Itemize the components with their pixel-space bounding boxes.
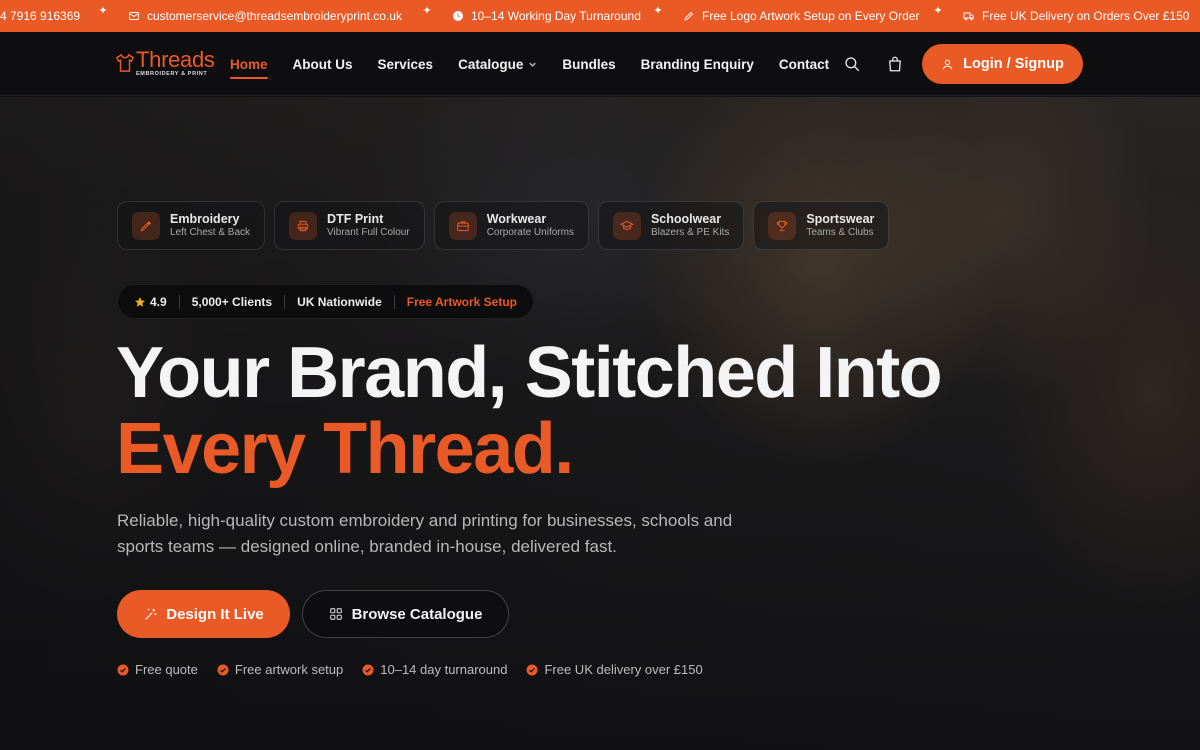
graduation-cap-icon (612, 211, 641, 240)
artwork-label: Free Artwork Setup (406, 294, 517, 309)
star-icon (135, 296, 145, 307)
perk-label: Free quote (135, 662, 198, 677)
service-chips: Embroidery Left Chest & Back DTF Print V… (117, 201, 890, 250)
site-header: Threads EMBROIDERY & PRINT Home About Us… (0, 32, 1200, 96)
magic-wand-icon (145, 608, 157, 620)
browse-catalogue-label: Browse Catalogue (351, 605, 483, 623)
sparkle-icon: ✦ (933, 5, 943, 17)
perk-item: Free quote (117, 662, 198, 677)
service-chip-schoolwear[interactable]: Schoolwear Blazers & PE Kits (597, 201, 745, 250)
divider (178, 294, 180, 309)
printer-icon (289, 211, 318, 240)
design-it-live-button[interactable]: Design It Live (117, 590, 290, 638)
user-icon (942, 59, 953, 70)
mail-icon (129, 12, 139, 20)
needle-icon (132, 211, 160, 240)
perk-item: Free UK delivery over £150 (526, 662, 703, 677)
announcement-phone[interactable]: 4 7916 916369 (0, 9, 80, 23)
perk-item: Free artwork setup (217, 662, 343, 677)
hero-lead-text: Reliable, high-quality custom embroidery… (117, 511, 733, 556)
hero-section: Embroidery Left Chest & Back DTF Print V… (0, 97, 1200, 750)
service-subtitle: Corporate Uniforms (486, 227, 574, 238)
truck-icon (963, 12, 974, 21)
service-subtitle: Teams & Clubs (806, 227, 874, 238)
check-circle-icon (217, 664, 229, 675)
service-chip-sportswear[interactable]: Sportswear Teams & Clubs (753, 201, 890, 250)
browse-catalogue-button[interactable]: Browse Catalogue (302, 590, 509, 638)
trophy-icon (768, 211, 797, 240)
trust-stats-bar: 4.9 5,000+ Clients UK Nationwide Free Ar… (117, 284, 534, 319)
service-title: Workwear (486, 212, 547, 226)
service-subtitle: Left Chest & Back (170, 227, 251, 238)
announcement-delivery: Free UK Delivery on Orders Over £150 (963, 9, 1189, 23)
nav-item-catalogue-label: Catalogue (458, 56, 524, 72)
chevron-down-icon (529, 62, 537, 67)
check-circle-icon (526, 664, 538, 675)
service-chip-workwear[interactable]: Workwear Corporate Uniforms (433, 201, 589, 250)
hero-headline: Your Brand, Stitched Into Every Thread. (116, 333, 943, 489)
announcement-delivery-text: Free UK Delivery on Orders Over £150 (982, 9, 1190, 23)
clients-count: 5,000+ Clients (191, 294, 273, 309)
sparkle-icon: ✦ (653, 5, 663, 17)
rating-value: 4.9 (150, 294, 167, 309)
logo-main-text: Threads (136, 47, 215, 72)
divider (284, 294, 286, 309)
design-it-live-label: Design It Live (166, 605, 264, 623)
announcement-email-text: customerservice@threadsembroideryprint.c… (147, 9, 402, 23)
nav-item-branding-enquiry[interactable]: Branding Enquiry (641, 57, 754, 72)
coverage-label: UK Nationwide (297, 294, 382, 309)
nav-item-bundles[interactable]: Bundles (562, 57, 615, 72)
hero-headline-line2: Every Thread. (116, 409, 574, 489)
shopping-bag-icon (889, 56, 901, 72)
service-subtitle: Blazers & PE Kits (650, 227, 730, 238)
cart-button[interactable] (886, 55, 904, 73)
sparkle-icon: ✦ (98, 5, 108, 17)
perk-item: 10–14 day turnaround (362, 662, 507, 677)
announcement-logo-setup: Free Logo Artwork Setup on Every Order (683, 9, 919, 23)
announcement-logo-setup-text: Free Logo Artwork Setup on Every Order (702, 9, 920, 23)
service-title: Embroidery (170, 212, 240, 226)
nav-item-contact[interactable]: Contact (779, 57, 829, 72)
briefcase-icon (448, 211, 477, 240)
logo-wordmark: Threads EMBROIDERY & PRINT (136, 49, 215, 78)
service-title: Schoolwear (650, 212, 722, 226)
sparkle-icon: ✦ (422, 5, 432, 17)
perk-label: 10–14 day turnaround (380, 662, 508, 677)
announcement-email[interactable]: customerservice@threadsembroideryprint.c… (128, 9, 402, 23)
nav-item-catalogue[interactable]: Catalogue (458, 57, 537, 72)
grid-icon (329, 608, 342, 620)
pen-icon (684, 11, 694, 21)
divider (393, 294, 395, 309)
search-button[interactable] (843, 55, 861, 73)
login-signup-label: Login / Signup (963, 56, 1064, 72)
service-title: DTF Print (327, 212, 384, 226)
announcement-phone-text: 4 7916 916369 (0, 9, 81, 23)
logo-sub-text: EMBROIDERY & PRINT (136, 71, 208, 77)
search-icon (845, 57, 860, 72)
hero-headline-line1: Your Brand, Stitched Into (116, 333, 943, 413)
perk-label: Free UK delivery over £150 (544, 662, 703, 677)
service-title: Sportswear (806, 212, 875, 226)
check-circle-icon (117, 664, 129, 675)
announcement-turnaround-text: 10–14 Working Day Turnaround (471, 9, 641, 23)
nav-item-home[interactable]: Home (230, 57, 268, 79)
announcement-turnaround: 10–14 Working Day Turnaround (452, 9, 641, 23)
announcement-bar: 4 7916 916369 ✦ customerservice@threadse… (0, 0, 1200, 32)
perks-list: Free quote Free artwork setup 10–14 day … (117, 662, 703, 677)
service-chip-dtf-print[interactable]: DTF Print Vibrant Full Colour (274, 201, 425, 250)
service-chip-embroidery[interactable]: Embroidery Left Chest & Back (117, 201, 266, 250)
tshirt-icon (115, 53, 135, 73)
perk-label: Free artwork setup (234, 662, 344, 677)
main-nav: Home About Us Services Catalogue Bundles… (230, 32, 854, 96)
check-circle-icon (362, 664, 374, 675)
service-subtitle: Vibrant Full Colour (327, 227, 410, 238)
nav-item-services[interactable]: Services (378, 57, 434, 72)
site-logo[interactable]: Threads EMBROIDERY & PRINT (115, 49, 215, 78)
clock-icon (453, 11, 463, 21)
login-signup-button[interactable]: Login / Signup (922, 44, 1083, 84)
nav-item-about-us[interactable]: About Us (293, 57, 353, 72)
